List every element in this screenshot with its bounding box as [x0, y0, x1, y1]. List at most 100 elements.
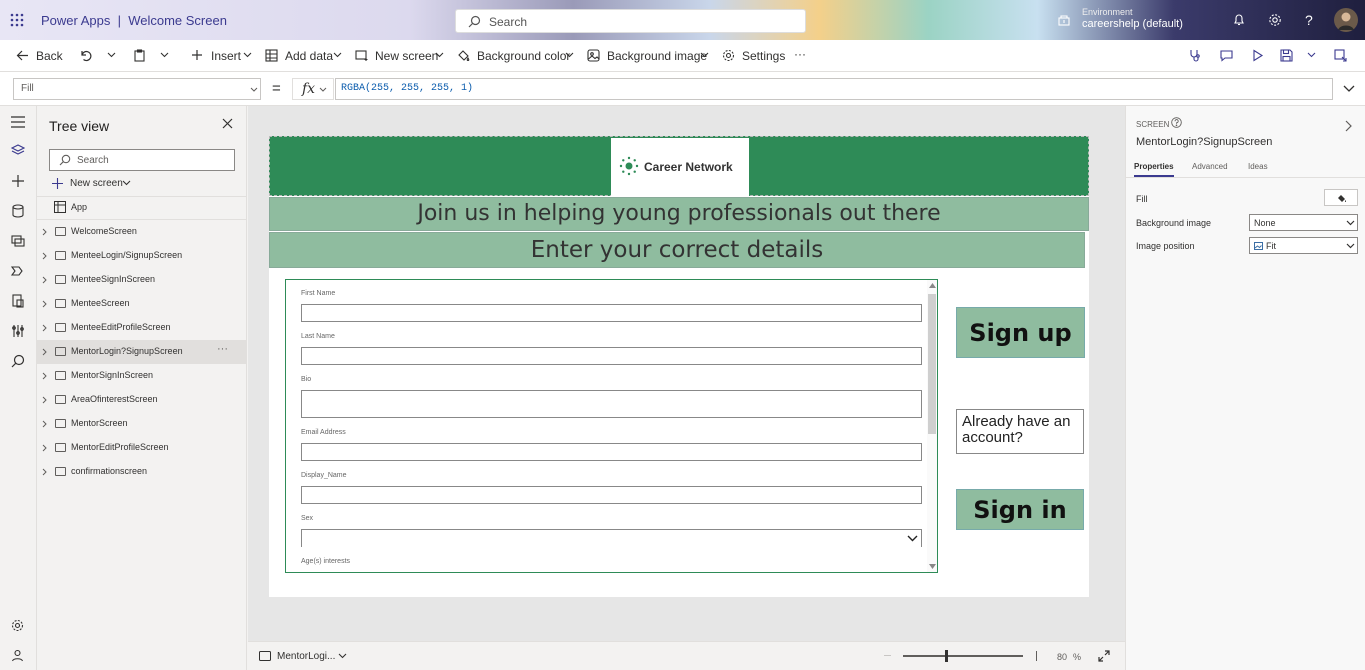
scroll-up-arrow-icon[interactable] [929, 283, 936, 288]
sign-in-button[interactable]: Sign in [956, 489, 1084, 530]
background-color-button[interactable]: Background color [477, 49, 570, 63]
background-image-dropdown[interactable]: None [1249, 214, 1358, 231]
tree-item-screen[interactable]: MentorScreen [37, 412, 247, 436]
app-checker-stethoscope-icon[interactable] [1189, 49, 1202, 62]
tree-item-screen[interactable]: MenteeSignInScreen [37, 268, 247, 292]
collapse-panel-chevron-right-icon[interactable] [1345, 120, 1352, 132]
zoom-slider-track[interactable] [903, 655, 1023, 657]
sign-up-button[interactable]: Sign up [956, 307, 1085, 358]
variables-icon[interactable] [11, 324, 25, 338]
chevron-right-icon[interactable] [42, 372, 47, 380]
settings-gear-icon[interactable] [1268, 13, 1282, 27]
comments-icon[interactable] [1220, 49, 1233, 62]
tree-item-screen[interactable]: MentorSignInScreen [37, 364, 247, 388]
chevron-right-icon[interactable] [42, 444, 47, 452]
save-chevron-down-icon[interactable] [1307, 52, 1316, 58]
settings-gear-icon[interactable] [11, 619, 24, 632]
heading-label[interactable]: Join us in helping young professionals o… [269, 197, 1089, 231]
chevron-right-icon[interactable] [42, 252, 47, 260]
formula-input[interactable]: RGBA(255, 255, 255, 1) [335, 78, 1333, 100]
tree-search-input[interactable]: Search [49, 149, 235, 171]
scroll-down-arrow-icon[interactable] [929, 564, 936, 569]
settings-button[interactable]: Settings [742, 49, 785, 63]
environment-selector[interactable]: careershelp (default) [1082, 18, 1183, 30]
tab-properties[interactable]: Properties [1134, 162, 1174, 171]
insert-plus-icon[interactable] [11, 174, 25, 188]
subheading-label[interactable]: Enter your correct details [269, 232, 1085, 268]
sex-dropdown[interactable] [301, 529, 922, 547]
form-text-input[interactable] [301, 304, 922, 322]
hamburger-menu-icon[interactable] [11, 116, 25, 128]
header-banner[interactable]: Career Network [269, 136, 1089, 196]
zoom-slider-thumb[interactable] [944, 650, 948, 662]
play-preview-icon[interactable] [1251, 49, 1264, 62]
data-cylinder-icon[interactable] [11, 204, 25, 218]
fill-color-picker[interactable] [1324, 189, 1358, 206]
chevron-right-icon[interactable] [42, 468, 47, 476]
chevron-right-icon[interactable] [42, 348, 47, 356]
close-icon[interactable] [222, 118, 233, 129]
app-screen-preview[interactable]: Career Network Join us in helping young … [269, 136, 1089, 597]
expand-formula-chevron-down-icon[interactable] [1343, 85, 1355, 92]
tree-item-screen[interactable]: WelcomeScreen [37, 220, 247, 244]
chevron-down-icon[interactable] [338, 653, 347, 659]
chevron-right-icon[interactable] [42, 396, 47, 404]
form-text-input[interactable] [301, 390, 922, 418]
chevron-right-icon[interactable] [42, 300, 47, 308]
image-position-dropdown[interactable]: Fit [1249, 237, 1358, 254]
back-button[interactable]: Back [36, 49, 63, 63]
tab-ideas[interactable]: Ideas [1248, 162, 1268, 171]
background-color-chevron-down-icon[interactable] [565, 52, 574, 58]
form-scrollbar-thumb[interactable] [928, 294, 936, 434]
form-text-input[interactable] [301, 486, 922, 504]
fit-to-window-icon[interactable] [1098, 650, 1110, 662]
tree-item-screen[interactable]: MenteeLogin/SignupScreen [37, 244, 247, 268]
global-search-input[interactable]: Search [455, 9, 806, 33]
search-icon[interactable] [11, 354, 25, 368]
tree-view-layers-icon[interactable] [11, 144, 25, 158]
chevron-right-icon[interactable] [42, 420, 47, 428]
new-screen-chevron-down-icon[interactable] [435, 52, 444, 58]
tree-item-screen[interactable]: MenteeEditProfileScreen [37, 316, 247, 340]
more-options-button[interactable]: ··· [217, 343, 228, 355]
paste-chevron-down-icon[interactable] [160, 52, 169, 58]
more-commands-button[interactable]: ··· [794, 47, 806, 61]
tree-item-screen[interactable]: confirmationscreen [37, 460, 247, 484]
new-screen-button[interactable]: New screen [375, 49, 438, 63]
user-avatar[interactable] [1334, 8, 1358, 32]
add-data-chevron-down-icon[interactable] [333, 52, 342, 58]
notifications-icon[interactable] [1232, 13, 1246, 27]
signup-form[interactable]: First Name Last Name Bio Email Address Displ… [285, 279, 938, 573]
tab-advanced[interactable]: Advanced [1192, 162, 1228, 171]
chevron-right-icon[interactable] [42, 276, 47, 284]
logo-image[interactable]: Career Network [611, 138, 749, 196]
property-dropdown[interactable]: Fill [13, 78, 261, 100]
insert-button[interactable]: Insert [211, 49, 241, 63]
add-data-button[interactable]: Add data [285, 49, 333, 63]
publish-icon[interactable] [1334, 49, 1348, 62]
tree-item-screen[interactable]: MentorEditProfileScreen [37, 436, 247, 460]
insert-chevron-down-icon[interactable] [243, 52, 252, 58]
tree-item-screen[interactable]: MentorLogin?SignupScreen ··· [37, 340, 247, 364]
background-image-chevron-down-icon[interactable] [700, 52, 709, 58]
current-screen-selector[interactable]: MentorLogi... [277, 651, 335, 662]
fx-function-button[interactable]: fx [292, 78, 334, 100]
tree-item-screen[interactable]: AreaOfinterestScreen [37, 388, 247, 412]
background-image-button[interactable]: Background image [607, 49, 707, 63]
virtual-agent-icon[interactable] [11, 649, 24, 662]
zoom-in-button[interactable] [1036, 651, 1037, 661]
form-text-input[interactable] [301, 347, 922, 365]
save-icon[interactable] [1280, 49, 1293, 62]
help-icon[interactable]: ? [1305, 12, 1313, 28]
undo-chevron-down-icon[interactable] [107, 52, 116, 58]
media-icon[interactable] [11, 234, 25, 248]
form-text-input[interactable] [301, 443, 922, 461]
zoom-out-button[interactable] [884, 655, 891, 656]
undo-icon[interactable] [79, 49, 92, 62]
tree-item-app[interactable]: App [37, 196, 247, 220]
waffle-menu-icon[interactable] [10, 13, 24, 27]
help-circle-icon[interactable] [1171, 117, 1182, 128]
power-automate-icon[interactable] [11, 264, 25, 278]
chevron-right-icon[interactable] [42, 228, 47, 236]
paste-icon[interactable] [133, 49, 146, 62]
